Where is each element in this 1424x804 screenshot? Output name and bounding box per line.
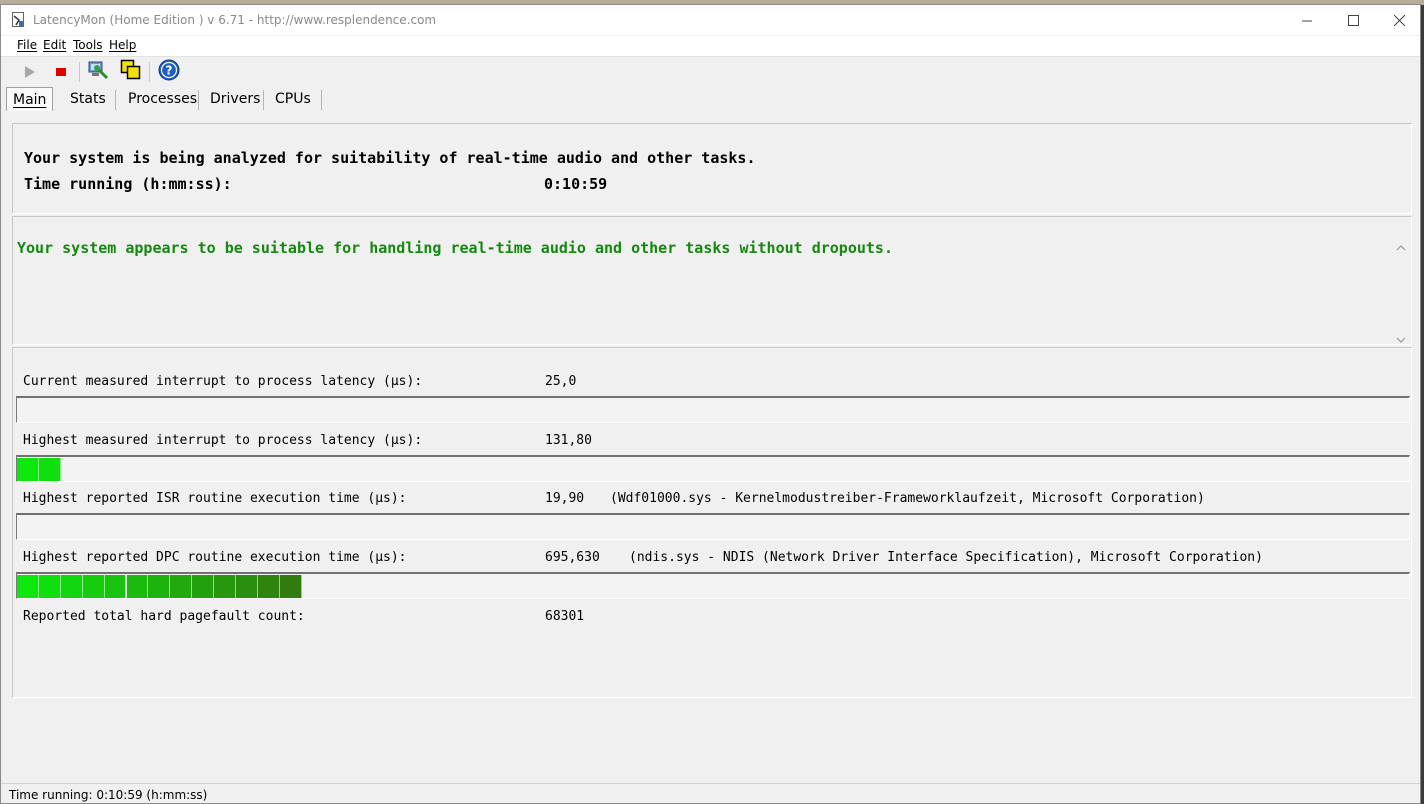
meter-segment (279, 575, 302, 598)
tab-cpus[interactable]: CPUs (269, 87, 317, 111)
meter-segment (82, 575, 105, 598)
start-button[interactable] (19, 61, 41, 83)
minimize-icon (1302, 11, 1312, 30)
verdict-message: Your system appears to be suitable for h… (17, 239, 893, 257)
meter-segment (257, 575, 280, 598)
highest-latency-label: Highest measured interrupt to process la… (23, 433, 423, 448)
toolbar-separator (79, 62, 80, 82)
tab-separator (263, 90, 264, 110)
process-button[interactable] (87, 61, 109, 83)
current-latency-meter (16, 396, 1410, 423)
close-icon (1393, 11, 1405, 30)
stop-button[interactable] (50, 61, 72, 83)
status-bar: Time running: 0:10:59 (h:mm:ss) (1, 783, 1420, 803)
dpc-driver-detail: (ndis.sys - NDIS (Network Driver Interfa… (629, 550, 1263, 565)
maximize-icon (1347, 11, 1359, 30)
close-button[interactable] (1376, 5, 1420, 35)
latencymon-window: LatencyMon (Home Edition ) v 6.71 - http… (0, 4, 1421, 804)
highest-latency-meter (16, 455, 1410, 482)
tab-bar: Main Stats Processes Drivers CPUs (1, 87, 1420, 113)
menu-edit[interactable]: Edit (43, 38, 66, 52)
isr-driver-detail: (Wdf01000.sys - Kernelmodustreiber-Frame… (610, 491, 1205, 506)
isr-time-value: 19,90 (545, 491, 585, 506)
scroll-down-button[interactable] (1393, 329, 1409, 345)
scroll-up-button[interactable] (1393, 237, 1409, 253)
meter-segment (236, 575, 258, 598)
tab-separator (115, 90, 116, 110)
highest-latency-value: 131,80 (545, 433, 592, 448)
analysis-header-panel: Your system is being analyzed for suitab… (12, 123, 1412, 214)
dpc-time-value: 695,630 (545, 550, 600, 565)
dpc-time-label: Highest reported DPC routine execution t… (23, 550, 407, 565)
meter-segment (60, 575, 83, 598)
title-bar[interactable]: LatencyMon (Home Edition ) v 6.71 - http… (1, 5, 1420, 35)
toolbar: ? (1, 57, 1420, 87)
svg-text:?: ? (166, 64, 173, 78)
verdict-panel: Your system appears to be suitable for h… (12, 216, 1412, 345)
isr-time-label: Highest reported ISR routine execution t… (23, 491, 407, 506)
time-running-label: Time running (h:mm:ss): (24, 175, 232, 193)
meter-segment (38, 575, 61, 598)
windows-button[interactable] (120, 59, 142, 85)
tab-separator (321, 90, 322, 110)
dpc-time-meter (16, 572, 1410, 599)
tab-stats[interactable]: Stats (64, 87, 112, 111)
current-latency-label: Current measured interrupt to process la… (23, 374, 423, 389)
analysis-status-text: Your system is being analyzed for suitab… (24, 149, 756, 167)
meter-segment (214, 575, 236, 598)
chevron-down-icon (1396, 328, 1406, 347)
stop-icon (55, 63, 67, 82)
time-running-value: 0:10:59 (544, 175, 608, 193)
pagefault-value: 68301 (545, 609, 585, 624)
meter-segment (17, 458, 39, 481)
pagefault-label: Reported total hard pagefault count: (23, 609, 305, 624)
windows-icon (120, 59, 142, 85)
menu-help[interactable]: Help (109, 38, 136, 52)
meter-segment (170, 575, 193, 598)
menu-tools[interactable]: Tools (73, 38, 103, 52)
meter-segment (192, 575, 215, 598)
menu-bar: File Edit Tools Help (1, 36, 1420, 57)
tab-separator (198, 90, 199, 110)
chevron-up-icon (1396, 236, 1406, 255)
current-latency-value: 25,0 (545, 374, 577, 389)
process-icon (87, 59, 109, 85)
metrics-panel: Current measured interrupt to process la… (12, 347, 1412, 698)
meter-segment (38, 458, 61, 481)
tab-main[interactable]: Main (6, 87, 53, 111)
maximize-button[interactable] (1330, 5, 1376, 35)
isr-time-meter (16, 513, 1410, 540)
help-button[interactable]: ? (158, 59, 180, 85)
menu-file[interactable]: File (17, 38, 37, 52)
status-text: Time running: 0:10:59 (h:mm:ss) (9, 788, 208, 802)
meter-segment (17, 575, 39, 598)
tab-drivers[interactable]: Drivers (204, 87, 266, 111)
meter-segment (104, 575, 127, 598)
play-icon (24, 63, 36, 82)
minimize-button[interactable] (1284, 5, 1330, 35)
help-icon: ? (158, 59, 180, 85)
tab-processes[interactable]: Processes (122, 87, 203, 111)
meter-segment (126, 575, 149, 598)
meter-segment (148, 575, 171, 598)
latencymon-app-icon (12, 12, 26, 28)
window-title: LatencyMon (Home Edition ) v 6.71 - http… (33, 13, 437, 27)
toolbar-separator (149, 62, 150, 82)
